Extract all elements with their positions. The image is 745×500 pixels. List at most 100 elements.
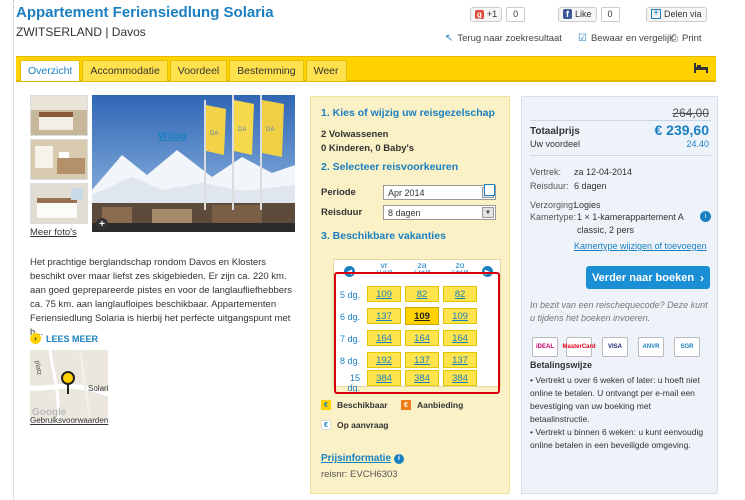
read-more-link[interactable]: › LEES MEER	[30, 333, 98, 344]
divider	[530, 120, 711, 121]
gplus-icon: g	[475, 9, 484, 19]
discount-label: Uw voordeel	[530, 139, 581, 149]
sgr-logo: SGR	[674, 337, 700, 357]
map-terms-link[interactable]: Gebruiksvoorwaarden	[30, 416, 108, 425]
photo-thumbnail[interactable]	[30, 95, 88, 136]
chevron-right-icon: ›	[700, 270, 705, 285]
legend-on-request: € Op aanvraag	[321, 420, 389, 430]
price-info-link[interactable]: Prijsinformatie i	[321, 453, 405, 464]
divider	[530, 155, 711, 156]
ideal-logo: iDEAL	[532, 337, 558, 357]
save-compare-link[interactable]: ☑ Bewaar en vergelijk	[578, 33, 674, 44]
payment-info: • Vertrekt u over 6 weken of later: u ho…	[530, 374, 712, 452]
gplus-button[interactable]: g +1	[470, 6, 503, 22]
duration-value: 6 dagen	[574, 181, 607, 191]
facebook-icon: f	[563, 9, 572, 19]
payment-bullet: • Vertrekt u binnen 6 weken: u kunt eenv…	[530, 427, 704, 450]
legend-available: € Beschikbaar	[321, 400, 388, 410]
departure-label: Vertrek:	[530, 167, 562, 177]
payment-method-title: Betalingswijze	[530, 360, 593, 370]
reisduur-label: Reisduur	[321, 207, 363, 218]
change-party-link[interactable]: Wijzig	[158, 131, 187, 142]
facebook-count: 0	[600, 6, 620, 22]
page-gutter	[0, 0, 14, 500]
tab-bestemming[interactable]: Bestemming	[229, 60, 304, 81]
print-link[interactable]: ⎙ Print	[670, 33, 702, 44]
zoom-icon[interactable]: +	[96, 218, 108, 230]
share-widget[interactable]: + Delen via	[646, 6, 707, 22]
total-label: Totaalprijs	[530, 126, 580, 137]
discount-value: 24.40	[686, 139, 709, 149]
page-title: Appartement Feriensiedlung Solaria	[16, 4, 274, 21]
euro-icon: €	[321, 420, 331, 430]
change-roomtype-link[interactable]: Kamertype wijzigen of toevoegen	[574, 241, 707, 251]
voucher-note: In bezit van een reischequecode? Deze ku…	[530, 300, 708, 323]
bed-icon	[694, 63, 708, 73]
gplus-count: 0	[506, 6, 526, 22]
svg-text:DA: DA	[238, 127, 246, 133]
description-text: Het prachtige berglandschap rondom Davos…	[30, 257, 292, 338]
more-photos-link[interactable]: Meer foto's	[30, 227, 77, 238]
tab-accommodatie[interactable]: Accommodatie	[82, 60, 168, 81]
euro-icon: €	[401, 400, 411, 410]
roomtype-label: Kamertype:	[530, 212, 577, 222]
map-place-label: Solari	[88, 384, 108, 393]
periode-label: Periode	[321, 187, 356, 198]
continue-booking-button[interactable]: Verder naar boeken ›	[586, 266, 710, 289]
tab-weer[interactable]: Weer	[305, 60, 347, 81]
price-summary-panel: 264,00 Totaalprijs € 239,60 Uw voordeel …	[521, 96, 718, 494]
svg-text:DA: DA	[210, 131, 218, 137]
total-price: € 239,60	[654, 122, 710, 138]
gplus-label: +1	[486, 9, 498, 19]
info-icon[interactable]: i	[700, 211, 711, 222]
periode-select[interactable]: Apr 2014▼	[383, 185, 496, 200]
back-to-results-link[interactable]: ↖ Terug naar zoekresultaat	[445, 33, 562, 44]
old-price: 264,00	[672, 106, 709, 120]
children-count: 0 Kinderen, 0 Baby's	[321, 143, 415, 154]
read-more-label: LEES MEER	[46, 333, 99, 344]
save-label: Bewaar en vergelijk	[590, 33, 674, 44]
back-label: Terug naar zoekresultaat	[457, 33, 562, 44]
print-label: Print	[682, 33, 702, 44]
adults-count: 2 Volwassenen	[321, 129, 389, 140]
visa-logo: VISA	[602, 337, 628, 357]
share-button[interactable]: + Delen via	[646, 6, 707, 22]
location-subtitle: ZWITSERLAND | Davos	[16, 25, 146, 39]
tab-voordeel[interactable]: Voordeel	[169, 60, 228, 81]
facebook-like-button[interactable]: f Like	[558, 6, 597, 22]
step3-heading: 3. Beschikbare vakanties	[321, 230, 446, 242]
svg-text:DA: DA	[266, 127, 274, 133]
arrow-right-icon: ›	[30, 333, 41, 344]
gplus-widget[interactable]: g +1 0	[470, 6, 526, 22]
mastercard-logo: MasterCard	[563, 337, 596, 357]
departure-value: za 12-04-2014	[574, 167, 633, 177]
facebook-label: Like	[575, 9, 592, 19]
info-icon: i	[394, 453, 405, 464]
facebook-widget[interactable]: f Like 0	[558, 6, 620, 22]
reisduur-select[interactable]: 8 dagen ▼	[383, 205, 496, 220]
dropdown-arrow-icon: ▼	[482, 207, 494, 218]
board-label: Verzorging:	[530, 200, 576, 210]
share-label: Delen via	[664, 9, 702, 19]
board-value: Logies	[574, 200, 601, 210]
tab-overzicht[interactable]: Overzicht	[20, 60, 81, 81]
payment-bullet: • Vertrekt u over 6 weken of later: u ho…	[530, 375, 700, 424]
tab-bar: Overzicht Accommodatie Voordeel Bestemmi…	[16, 56, 716, 82]
back-arrow-icon: ↖	[445, 33, 454, 44]
roomtype-value: 1 × 1-kamerappartement A classic, 2 pers	[577, 212, 684, 235]
main-photo[interactable]: DA DA DA	[92, 95, 295, 232]
periode-value: Apr 2014	[388, 187, 425, 198]
euro-icon: €	[321, 400, 331, 410]
duration-label: Reisduur:	[530, 181, 569, 191]
photo-thumbnail[interactable]	[30, 139, 88, 180]
reisduur-value: 8 dagen	[388, 207, 421, 218]
map-thumbnail[interactable]: Solari platz Google	[30, 350, 108, 421]
anvr-logo: ANVR	[638, 337, 664, 357]
trip-number: reisnr: EVCH6303	[321, 469, 398, 480]
calendar-icon[interactable]	[484, 184, 495, 196]
highlight-box	[334, 272, 500, 394]
legend-offer: € Aanbieding	[401, 400, 463, 410]
photo-thumbnail[interactable]	[30, 183, 88, 224]
share-icon: +	[651, 9, 661, 19]
step1-heading: 1. Kies of wijzig uw reisgezelschap	[321, 107, 495, 119]
